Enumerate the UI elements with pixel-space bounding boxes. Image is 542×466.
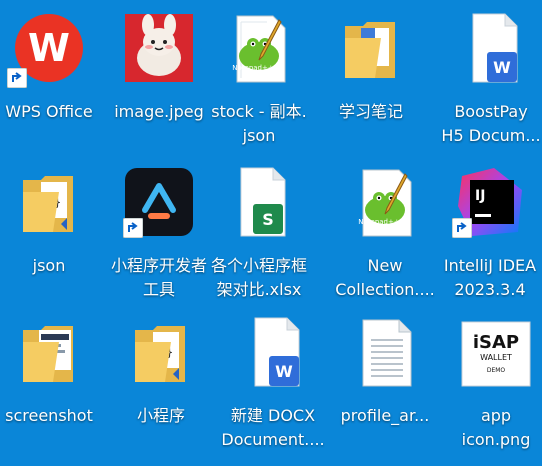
- item-label: IntelliJ IDEA 2023.3.4: [443, 256, 537, 299]
- isap-demo: DEMO: [487, 367, 506, 374]
- item-label: WPS Office: [5, 102, 93, 121]
- wps-logo-glyph: W: [28, 26, 70, 70]
- excel-badge-text: S: [262, 210, 274, 229]
- desktop: W WPS Office image.jpeg Notepad++ stock …: [0, 0, 542, 454]
- word-document-icon: W: [237, 316, 309, 388]
- miniprogram-compare-xlsx[interactable]: S 各个小程序框 架对比.xlsx: [207, 166, 311, 316]
- npp-text: Notepad++: [232, 64, 274, 72]
- blank-document-icon: [349, 316, 421, 388]
- isap-title: iSAP: [473, 332, 519, 353]
- item-label: 学习笔记: [338, 102, 403, 121]
- shortcut-arrow-icon: [452, 218, 472, 238]
- new-collection-file[interactable]: Notepad++ New Collection....: [333, 166, 437, 316]
- stock-json-file[interactable]: Notepad++ stock - 副本. json: [207, 12, 311, 162]
- notepadplusplus-file-icon: Notepad++: [223, 12, 295, 84]
- item-label: 新建 DOCX Document....: [221, 406, 325, 449]
- word-badge-text: W: [275, 362, 293, 381]
- item-label: stock - 副本. json: [211, 102, 307, 145]
- notepadplusplus-file-icon: Notepad++: [349, 166, 421, 238]
- item-label: screenshot: [5, 406, 93, 425]
- app-icon-png-file[interactable]: iSAP WALLET DEMO app icon.png: [444, 316, 542, 466]
- folder-with-json-icon: {}: [13, 166, 85, 238]
- item-label: profile_ar...: [340, 406, 430, 425]
- study-notes-folder[interactable]: W 学习笔记: [319, 12, 423, 162]
- folder-with-json-icon: {}: [125, 316, 197, 388]
- json-folder[interactable]: {} json: [0, 166, 101, 316]
- isap-wallet-thumbnail-icon: iSAP WALLET DEMO: [460, 316, 532, 388]
- miniprogram-devtools-shortcut[interactable]: 小程序开发者 工具: [107, 166, 211, 316]
- image-jpeg-file[interactable]: image.jpeg: [107, 12, 211, 162]
- idea-text: IJ: [475, 188, 485, 204]
- item-label: app icon.png: [461, 406, 531, 449]
- screenshot-folder[interactable]: screenshot: [0, 316, 101, 466]
- word-document-icon: W: [455, 12, 527, 84]
- miniprogram-folder[interactable]: {} 小程序: [109, 316, 213, 466]
- isap-sub: WALLET: [480, 353, 512, 362]
- item-label: New Collection....: [335, 256, 435, 299]
- folder-with-screenshot-icon: [13, 316, 85, 388]
- shortcut-arrow-icon: [7, 68, 27, 88]
- item-label: image.jpeg: [114, 102, 204, 121]
- item-label: json: [32, 256, 66, 275]
- boostpay-doc-file[interactable]: W BoostPay H5 Docum...: [439, 12, 542, 162]
- new-docx-file[interactable]: W 新建 DOCX Document....: [221, 316, 325, 466]
- item-label: BoostPay H5 Docum...: [441, 102, 541, 145]
- word-badge-text: W: [493, 58, 511, 77]
- intellij-idea-shortcut[interactable]: IJ IntelliJ IDEA 2023.3.4: [438, 166, 542, 316]
- folder-with-word-doc-icon: W: [335, 12, 407, 84]
- item-label: 小程序: [136, 406, 185, 425]
- profile-file[interactable]: profile_ar...: [333, 316, 437, 466]
- image-thumbnail-icon: [123, 12, 195, 84]
- npp-text: Notepad++: [358, 218, 400, 226]
- excel-spreadsheet-icon: S: [223, 166, 295, 238]
- item-label: 各个小程序框 架对比.xlsx: [210, 256, 307, 299]
- item-label: 小程序开发者 工具: [110, 256, 207, 299]
- wps-office-shortcut[interactable]: W WPS Office: [0, 12, 101, 162]
- shortcut-arrow-icon: [123, 218, 143, 238]
